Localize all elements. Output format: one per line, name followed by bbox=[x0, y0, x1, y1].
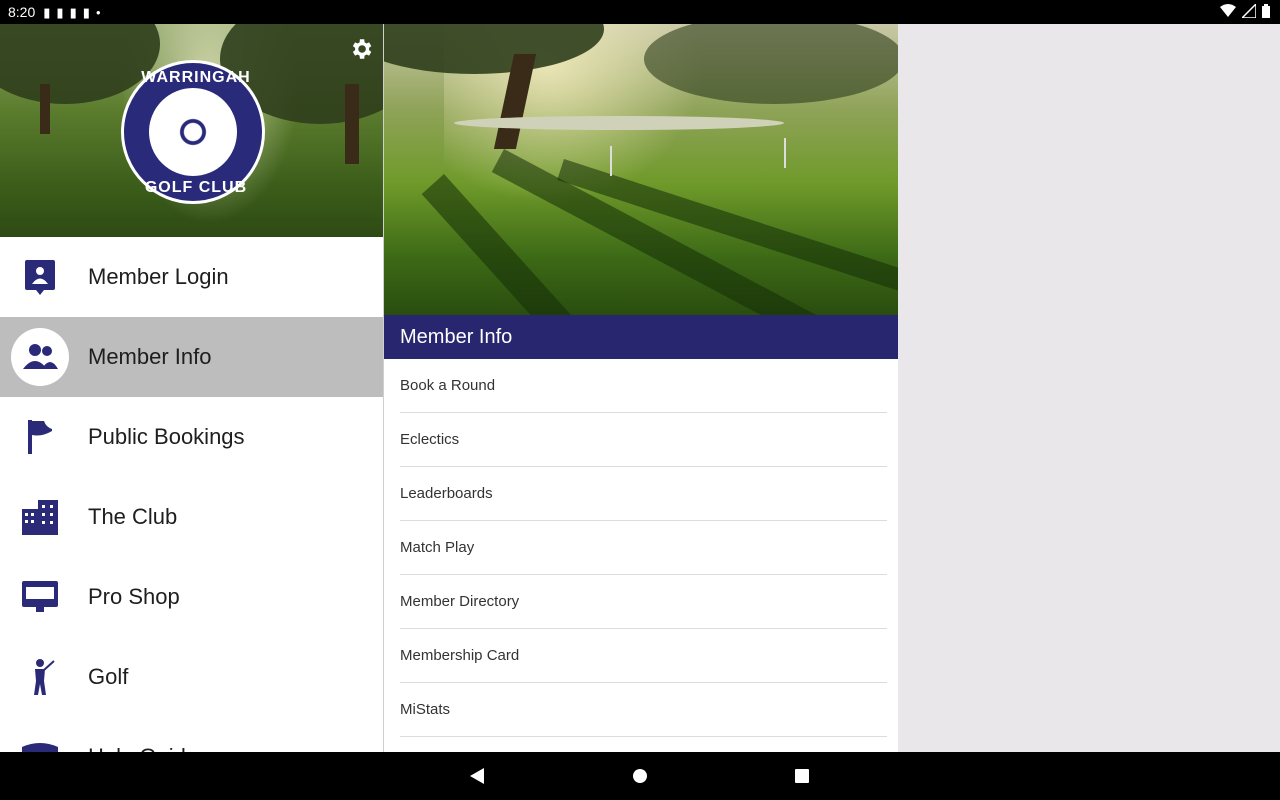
drawer-header: WARRINGAH GOLF CLUB bbox=[0, 24, 383, 237]
menu-item-label: Public Bookings bbox=[88, 424, 245, 449]
dot-icon: ● bbox=[95, 7, 101, 17]
recents-icon[interactable] bbox=[792, 766, 812, 786]
building-icon bbox=[22, 500, 58, 535]
panel-title: Member Info bbox=[384, 315, 898, 359]
menu-item-pro-shop[interactable]: Pro Shop bbox=[0, 557, 383, 637]
menu-item-hole-guide[interactable]: Hole Guide bbox=[0, 717, 383, 752]
content-panel: Member Info Book a Round Eclectics Leade… bbox=[384, 24, 898, 752]
menu-item-member-login[interactable]: Member Login bbox=[0, 237, 383, 317]
hole-guide-icon bbox=[22, 743, 58, 752]
member-info-list: Book a Round Eclectics Leaderboards Matc… bbox=[384, 359, 898, 737]
menu-item-label: Pro Shop bbox=[88, 584, 180, 609]
list-item-membership-card[interactable]: Membership Card bbox=[400, 629, 887, 683]
menu-item-label: Golf bbox=[88, 664, 129, 689]
menu-item-label: Member Login bbox=[88, 264, 229, 289]
wifi-icon bbox=[1220, 4, 1236, 17]
menu-item-label: Member Info bbox=[88, 344, 212, 369]
list-item-book-a-round[interactable]: Book a Round bbox=[400, 359, 887, 413]
navigation-drawer: WARRINGAH GOLF CLUB Member Login Member … bbox=[0, 24, 384, 752]
gear-icon[interactable] bbox=[348, 36, 374, 62]
list-item-member-directory[interactable]: Member Directory bbox=[400, 575, 887, 629]
shop-icon bbox=[22, 581, 58, 612]
menu-item-public-bookings[interactable]: Public Bookings bbox=[0, 397, 383, 477]
list-item-mistats[interactable]: MiStats bbox=[400, 683, 887, 737]
member-login-icon bbox=[25, 260, 55, 295]
menu-item-member-info[interactable]: Member Info bbox=[0, 317, 383, 397]
battery-icon bbox=[1262, 4, 1270, 18]
flag-icon bbox=[28, 420, 52, 454]
back-icon[interactable] bbox=[468, 766, 488, 786]
menu-item-golf[interactable]: Golf bbox=[0, 637, 383, 717]
list-item-leaderboards[interactable]: Leaderboards bbox=[400, 467, 887, 521]
notification-icon: ▮ bbox=[43, 4, 51, 20]
signal-icon bbox=[1242, 4, 1256, 18]
club-logo: WARRINGAH GOLF CLUB bbox=[121, 60, 265, 204]
status-time: 8:20 bbox=[8, 4, 36, 20]
golfer-icon bbox=[34, 659, 55, 695]
sd-card-icon: ▮ bbox=[82, 4, 90, 20]
hero-image bbox=[384, 24, 898, 315]
system-navigation-bar bbox=[0, 752, 1280, 800]
notification-icon: ▮ bbox=[56, 4, 64, 20]
notification-icon: ▮ bbox=[69, 4, 77, 20]
member-info-icon bbox=[23, 344, 58, 369]
menu-item-label: The Club bbox=[88, 504, 178, 529]
list-item-match-play[interactable]: Match Play bbox=[400, 521, 887, 575]
status-bar: 8:20 ▮ ▮ ▮ ▮ ● bbox=[0, 0, 1280, 24]
flower-emblem-icon bbox=[159, 98, 227, 166]
menu-item-label: Hole Guide bbox=[88, 744, 198, 752]
list-item-eclectics[interactable]: Eclectics bbox=[400, 413, 887, 467]
home-icon[interactable] bbox=[630, 766, 650, 786]
menu-item-the-club[interactable]: The Club bbox=[0, 477, 383, 557]
